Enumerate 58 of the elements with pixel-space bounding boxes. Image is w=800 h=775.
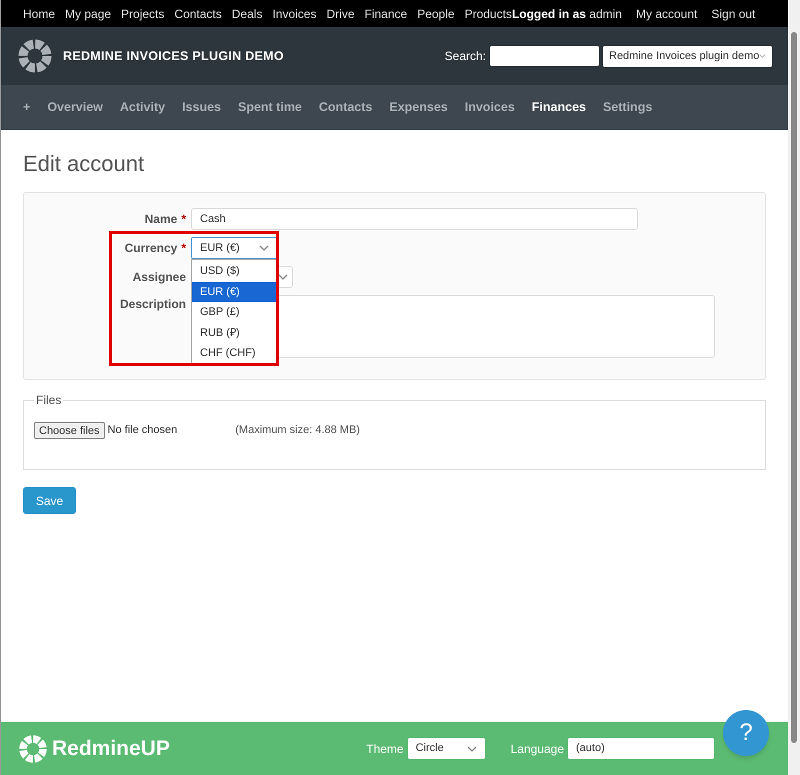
main-menu-tab[interactable]: Spent time	[238, 98, 302, 117]
currency-option[interactable]: RUB (₽)	[192, 322, 277, 343]
scrollbar[interactable]	[788, 0, 800, 775]
search-field[interactable]	[490, 46, 599, 66]
footer-brand: RedmineUP	[52, 736, 170, 762]
main-menu-tab[interactable]: Finances	[532, 98, 586, 117]
main-menu-tab[interactable]: Expenses	[389, 98, 448, 117]
top-menu-link[interactable]: Contacts	[174, 4, 222, 22]
main-menu-tab[interactable]: Invoices	[464, 98, 515, 117]
main-menu-tab[interactable]: Settings	[602, 98, 652, 117]
top-menu-link[interactable]: Invoices	[272, 4, 316, 22]
main-menu-tab[interactable]: Contacts	[318, 98, 372, 117]
user-link[interactable]: admin	[589, 6, 622, 20]
required-mark: *	[181, 240, 186, 257]
main-menu-tab[interactable]: Activity	[120, 98, 166, 117]
logo-icon	[17, 38, 53, 74]
currency-option[interactable]: CHF (CHF)	[192, 343, 277, 364]
chevron-icon	[466, 746, 477, 752]
project-select[interactable]: Redmine Invoices plugin demo	[603, 46, 772, 66]
search-label: Search:	[444, 48, 486, 65]
account-link[interactable]: My account	[636, 4, 698, 22]
top-menu-link[interactable]: Finance	[364, 4, 408, 22]
logo-icon	[18, 734, 48, 764]
project-title: REDMINE INVOICES PLUGIN DEMO	[63, 48, 284, 65]
max-size-note: (Maximum size: 4.88 MB)	[235, 423, 360, 438]
theme-label: Theme	[366, 740, 404, 758]
chevron-icon	[759, 53, 766, 59]
currency-option[interactable]: GBP (£)	[192, 302, 277, 322]
theme-select[interactable]: Circle	[408, 738, 485, 759]
chevron-icon	[278, 274, 288, 280]
page-title: Edit account	[23, 153, 146, 175]
main-menu-tab[interactable]: +	[23, 98, 30, 117]
required-mark: *	[181, 211, 186, 228]
logged-in-text: Logged in as admin	[512, 6, 622, 22]
language-select[interactable]: (auto)	[568, 738, 714, 759]
choose-files-button[interactable]: Choose files	[34, 422, 105, 439]
file-status: No file chosen	[108, 423, 178, 438]
currency-select[interactable]: EUR (€)	[191, 237, 278, 259]
top-menu-link[interactable]: Home	[23, 4, 56, 22]
currency-option[interactable]: EUR (€)	[192, 282, 277, 302]
top-menu-link[interactable]: Drive	[326, 4, 354, 22]
main-menu-tab[interactable]: Overview	[47, 98, 103, 117]
field-label: Name	[144, 211, 178, 228]
main-menu-tab[interactable]: Issues	[182, 98, 221, 117]
field-label: Currency	[124, 240, 178, 257]
account-link[interactable]: Sign out	[711, 4, 756, 22]
files-legend: Files	[34, 391, 64, 409]
field-label: Description	[120, 296, 186, 313]
top-menu-link[interactable]: Projects	[121, 4, 164, 22]
top-menu-link[interactable]: Products	[464, 4, 512, 22]
top-menu-link[interactable]: People	[417, 4, 455, 22]
language-label: Language	[510, 740, 564, 758]
currency-option[interactable]: USD ($)	[192, 261, 277, 282]
name-field[interactable]: Cash	[191, 208, 638, 230]
top-menu-link[interactable]: My page	[65, 4, 112, 22]
chevron-icon	[259, 245, 269, 251]
top-menu-link[interactable]: Deals	[232, 4, 262, 22]
field-label: Assignee	[132, 269, 186, 286]
